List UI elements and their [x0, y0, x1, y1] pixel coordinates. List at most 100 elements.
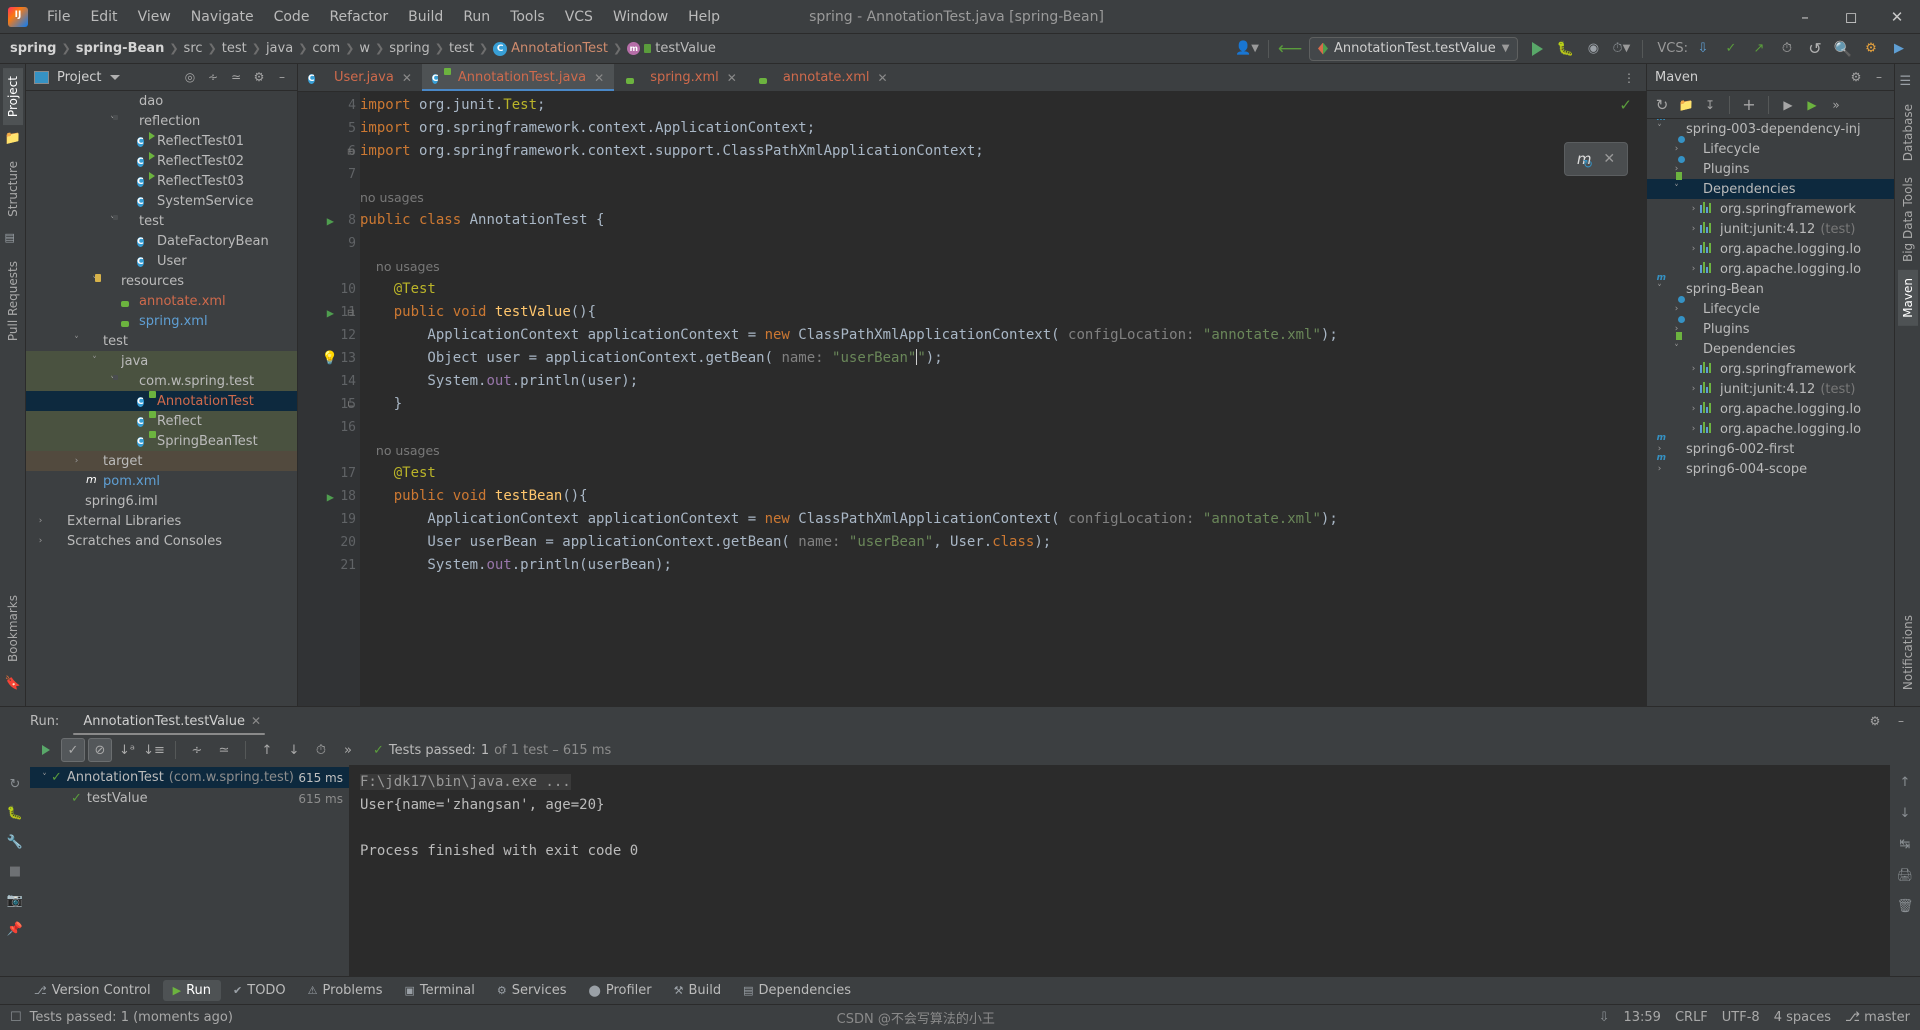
project-tree[interactable]: ›dao˅reflection›CReflectTest01›CReflectT… [26, 91, 297, 706]
gear-icon[interactable]: ⚙ [1845, 66, 1867, 88]
minimize-icon[interactable]: – [271, 66, 293, 88]
show-passed-icon[interactable]: ✓ [61, 738, 85, 762]
folder-icon[interactable]: 📁 [5, 131, 21, 147]
project-tree-item-datefactorybean[interactable]: ›C DateFactoryBean [26, 231, 297, 251]
search-icon[interactable]: 🔍 [1830, 37, 1856, 61]
close-button[interactable]: ✕ [1874, 0, 1920, 34]
menu-vcs[interactable]: VCS [556, 5, 602, 29]
code-line-hint[interactable]: no usages [360, 439, 1646, 462]
run-configuration-selector[interactable]: AnnotationTest.testValue ▼ [1309, 36, 1519, 61]
execute-icon[interactable]: ▶ [1801, 94, 1823, 116]
project-tree-item-test[interactable]: ˅ test [26, 331, 297, 351]
tree-expander-icon[interactable]: › [1687, 224, 1700, 234]
project-tree-item-pom-xml[interactable]: › pom.xml [26, 471, 297, 491]
tree-expander-icon[interactable]: ˅ [1653, 124, 1666, 134]
breadcrumb-method[interactable]: m testValue [627, 41, 716, 56]
code-line-15[interactable]: } [360, 393, 1646, 416]
tree-expander-icon[interactable]: › [124, 416, 137, 426]
project-tree-item-external-libraries[interactable]: › External Libraries [26, 511, 297, 531]
expand-all-icon[interactable]: ∻ [185, 738, 209, 762]
project-tree-item-target[interactable]: › target [26, 451, 297, 471]
code-line-10[interactable]: @Test [360, 278, 1646, 301]
rail-tab-big-data-tools[interactable]: Big Data Tools [1898, 169, 1918, 270]
tree-expander-icon[interactable]: › [1670, 144, 1683, 154]
tree-expander-icon[interactable]: › [124, 236, 137, 246]
tree-expander-icon[interactable]: › [1687, 364, 1700, 374]
close-icon[interactable]: ✕ [727, 71, 737, 85]
project-tree-item-annotationtest[interactable]: ›CAnnotationTest [26, 391, 297, 411]
add-module-icon[interactable]: 📁 [1675, 94, 1697, 116]
code-line-7[interactable] [360, 163, 1646, 186]
maven-tree-item-spring-bean[interactable]: ˅ spring-Bean [1647, 279, 1894, 299]
project-tree-item-spring6-iml[interactable]: › spring6.iml [26, 491, 297, 511]
chevron-down-icon[interactable] [110, 74, 121, 80]
code-line-hint[interactable]: no usages [360, 255, 1646, 278]
editor-tab-annotationtest-java[interactable]: C AnnotationTest.java ✕ [421, 64, 615, 91]
rail-tab-bookmarks[interactable]: Bookmarks [3, 587, 23, 670]
inspection-ok-icon[interactable]: ✓ [1619, 96, 1632, 114]
expand-all-icon[interactable]: ∻ [202, 66, 224, 88]
project-tree-item-reflecttest03[interactable]: ›CReflectTest03 [26, 171, 297, 191]
code-line-9[interactable] [360, 232, 1646, 255]
toolwindow-button-dependencies[interactable]: ▤ Dependencies [733, 980, 861, 1001]
code-line-12[interactable]: ApplicationContext applicationContext = … [360, 324, 1646, 347]
toolwindow-button-problems[interactable]: ⚠ Problems [298, 980, 393, 1001]
breadcrumb-class[interactable]: C AnnotationTest [493, 41, 608, 56]
profile-button[interactable]: ⏱ ▼ [1608, 37, 1634, 61]
rail-tab-maven[interactable]: Maven [1897, 270, 1918, 327]
toolwindow-button-terminal[interactable]: ▣ Terminal [394, 980, 484, 1001]
code-line-17[interactable]: @Test [360, 462, 1646, 485]
sort-by-duration-icon[interactable]: ↓≡ [142, 738, 166, 762]
tree-expander-icon[interactable]: › [1687, 424, 1700, 434]
menu-help[interactable]: Help [679, 5, 729, 29]
project-tree-item-annotate-xml[interactable]: › annotate.xml [26, 291, 297, 311]
breadcrumb-com[interactable]: com [312, 41, 340, 56]
maven-tree-item-spring6-004-scope[interactable]: › spring6-004-scope [1647, 459, 1894, 479]
maven-tree-item-plugins[interactable]: › Plugins [1647, 319, 1894, 339]
code-line-20[interactable]: User userBean = applicationContext.getBe… [360, 531, 1646, 554]
run-test-gutter-icon[interactable]: ▶ [327, 490, 334, 504]
scroll-down-icon[interactable]: ↓ [1900, 806, 1911, 821]
minimize-toolbar-icon[interactable]: ▶ [1886, 37, 1912, 61]
project-tree-item-dao[interactable]: › dao [26, 91, 297, 111]
breadcrumb-test[interactable]: test [222, 41, 247, 56]
maven-tree-item-org-apache-logging-lo[interactable]: › org.apache.logging.lo [1647, 259, 1894, 279]
project-tree-item-systemservice[interactable]: ›C SystemService [26, 191, 297, 211]
database-icon[interactable]: ☰ [1900, 74, 1916, 90]
maven-tree-item-spring-003-dependency-inj[interactable]: ˅ spring-003-dependency-inj [1647, 119, 1894, 139]
tree-expander-icon[interactable]: › [1687, 204, 1700, 214]
editor-tab-annotate-xml[interactable]: annotate.xml ✕ [747, 64, 898, 91]
code-line-hint[interactable]: no usages [360, 186, 1646, 209]
debug-button[interactable]: 🐛 [1552, 37, 1578, 61]
code-line-5[interactable]: import org.springframework.context.Appli… [360, 117, 1646, 140]
editor-tab-spring-xml[interactable]: spring.xml ✕ [614, 64, 747, 91]
tree-expander-icon[interactable]: › [1653, 464, 1666, 474]
gutter-line-11[interactable]: ▶ ⊟ 11 [298, 301, 360, 324]
tree-expander-icon[interactable]: › [124, 156, 137, 166]
close-icon[interactable]: ✕ [402, 71, 412, 85]
menu-edit[interactable]: Edit [81, 5, 126, 29]
maven-tree-item-lifecycle[interactable]: › Lifecycle [1647, 139, 1894, 159]
project-tree-item-com-w-spring-test[interactable]: ˅ com.w.spring.test [26, 371, 297, 391]
tree-expander-icon[interactable]: › [1670, 304, 1683, 314]
more-icon[interactable]: » [336, 738, 360, 762]
editor-gutter[interactable]: 4 5 ⊟ 6 7 ▶ 8 9 10 ▶ ⊟ 11 12 💡 13 14 ∟ 15 16 17 ▶ 18 19 20 21 [298, 92, 360, 706]
tree-expander-icon[interactable]: › [106, 96, 119, 106]
toolwindow-button-version-control[interactable]: ⎇ Version Control [24, 980, 161, 1001]
settings-wrench-icon[interactable]: 🔧 [7, 835, 23, 850]
maven-tree-item-spring6-002-first[interactable]: › spring6-002-first [1647, 439, 1894, 459]
gutter-line-8[interactable]: ▶ 8 [298, 209, 360, 232]
tree-expander-icon[interactable]: › [124, 396, 137, 406]
project-tree-item-springbeantest[interactable]: ›CSpringBeanTest [26, 431, 297, 451]
run-with-coverage-button[interactable]: ◉ [1580, 37, 1606, 61]
run-session-tab[interactable]: AnnotationTest.testValue ✕ [69, 710, 269, 735]
plus-icon[interactable]: + [1738, 94, 1760, 116]
window-controls[interactable]: – ◻ ✕ [1782, 0, 1920, 34]
menu-code[interactable]: Code [265, 5, 319, 29]
rerun-icon[interactable]: ↻ [10, 777, 21, 792]
code-line-21[interactable]: System.out.println(userBean); [360, 554, 1646, 577]
close-icon[interactable]: ✕ [878, 71, 888, 85]
code-line-18[interactable]: public void testBean(){ [360, 485, 1646, 508]
prev-failed-test-icon[interactable]: ↑ [255, 738, 279, 762]
tree-expander-icon[interactable]: › [34, 536, 47, 546]
